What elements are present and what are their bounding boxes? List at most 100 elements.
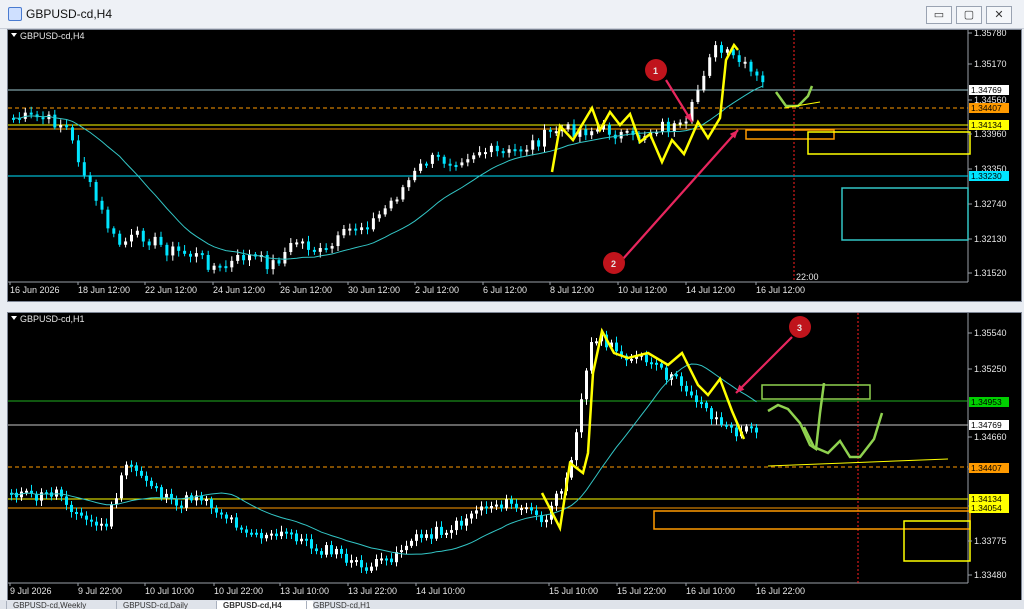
price-marker-label: 1.34769 (971, 420, 1002, 430)
moving-average-line (13, 85, 764, 260)
candle-body (236, 254, 240, 261)
candle-body (230, 260, 234, 268)
time-tick-label: 24 Jun 12:00 (213, 285, 265, 295)
candle-body (554, 131, 558, 134)
tab-h1[interactable]: GBPUSD-cd,H1 (306, 601, 403, 609)
price-marker-label: 1.34054 (971, 503, 1002, 513)
tab-daily[interactable]: GBPUSD-cd,Daily (116, 601, 227, 609)
candle-body (175, 499, 178, 506)
candle-body (435, 526, 438, 539)
candle-body (295, 533, 298, 542)
candle-body (200, 253, 204, 256)
candle-body (485, 506, 488, 509)
candle-body (155, 486, 158, 489)
projection-sketch-green-2 (802, 412, 884, 459)
candle-body (147, 241, 151, 246)
candle-body (531, 140, 535, 150)
time-tick-label: 16 Jul 12:00 (756, 285, 805, 295)
candle-body (584, 129, 588, 136)
candle-body (235, 517, 238, 528)
h1-chart-panel[interactable]: GBPUSD-cd,H131.355401.352501.346601.3436… (7, 312, 1022, 601)
candle-body (695, 395, 698, 403)
candle-body (348, 228, 352, 231)
candle-body (115, 498, 118, 505)
maximize-button[interactable]: ▢ (956, 6, 982, 24)
h4-chart-canvas[interactable]: GBPUSD-cd,H422:00121.357801.351701.34560… (8, 30, 1021, 301)
candle-body (230, 517, 233, 520)
candle-body (560, 491, 563, 494)
candle-body (271, 260, 275, 270)
candle-body (318, 248, 322, 252)
candle-body (275, 533, 278, 537)
candle-body (661, 121, 664, 132)
candle-body (440, 526, 443, 535)
time-tick-label: 16 Jul 22:00 (756, 586, 805, 596)
minimize-button[interactable]: ▭ (926, 6, 952, 24)
candle-body (420, 534, 423, 538)
candle-body (735, 427, 738, 437)
tab-weekly[interactable]: GBPUSD-cd,Weekly (6, 601, 119, 609)
candle-body (310, 539, 313, 549)
time-tick-label: 16 Jul 10:00 (686, 586, 735, 596)
window-titlebar: GBPUSD-cd,H4 ▭ ▢ ✕ (0, 0, 1024, 29)
candle-body (289, 242, 293, 252)
candle-body (185, 495, 188, 508)
h4-chart-panel[interactable]: GBPUSD-cd,H4 22:00 1 2 1.35780 1.35170 1.34560… (7, 29, 1022, 302)
candle-body (684, 121, 688, 124)
candle-body (500, 504, 503, 509)
price-tick-label: 1.33775 (974, 536, 1007, 546)
zone-yellow (903, 520, 971, 562)
candle-body (678, 122, 682, 125)
chart-menu-triangle-icon (11, 316, 17, 320)
candle-body (415, 534, 418, 541)
candle-body (65, 125, 69, 128)
candle-body (525, 507, 528, 510)
candle-body (224, 266, 228, 269)
candle-body (737, 55, 741, 63)
candle-body (442, 156, 446, 164)
candle-body (755, 427, 758, 433)
time-tick-label: 10 Jul 10:00 (145, 586, 194, 596)
candle-body (615, 342, 618, 352)
candle-body (525, 149, 529, 152)
price-tick-label: 1.33480 (974, 570, 1007, 580)
candle-body (283, 251, 287, 264)
time-marker-label: 22:00 (796, 272, 819, 282)
candle-body (595, 341, 598, 344)
candle-body (450, 530, 453, 533)
candle-body (88, 175, 92, 183)
candle-body (194, 253, 198, 257)
candle-body (630, 358, 633, 361)
candle-body (470, 513, 473, 519)
h1-chart-canvas[interactable]: GBPUSD-cd,H131.355401.352501.346601.3436… (8, 313, 1021, 600)
price-tick-label: 1.34660 (974, 432, 1007, 442)
close-button[interactable]: ✕ (986, 6, 1012, 24)
candle-body (385, 558, 388, 561)
callout-number: 1 (653, 66, 658, 76)
candle-body (445, 532, 448, 535)
candle-body (743, 61, 747, 64)
candle-body (375, 559, 378, 567)
candle-body (645, 354, 648, 363)
tab-h4[interactable]: GBPUSD-cd,H4 (216, 601, 313, 609)
candle-body (215, 508, 218, 513)
candle-body (365, 567, 368, 571)
zone-yellow (807, 131, 971, 155)
candle-body (548, 129, 552, 132)
candle-body (520, 508, 523, 511)
candle-body (335, 548, 338, 555)
candle-body (125, 464, 128, 476)
candle-body (23, 112, 27, 119)
candle-body (345, 553, 348, 563)
time-tick-label: 9 Jul 2026 (10, 586, 52, 596)
candle-body (277, 260, 281, 264)
candle-body (515, 503, 518, 509)
candle-body (672, 123, 676, 132)
candle-body (745, 426, 748, 432)
moving-average-line (11, 363, 757, 555)
candle-body (336, 235, 340, 247)
candle-body (260, 532, 263, 539)
time-tick-label: 6 Jul 12:00 (483, 285, 527, 295)
candle-body (75, 512, 78, 515)
candle-body (41, 117, 45, 120)
